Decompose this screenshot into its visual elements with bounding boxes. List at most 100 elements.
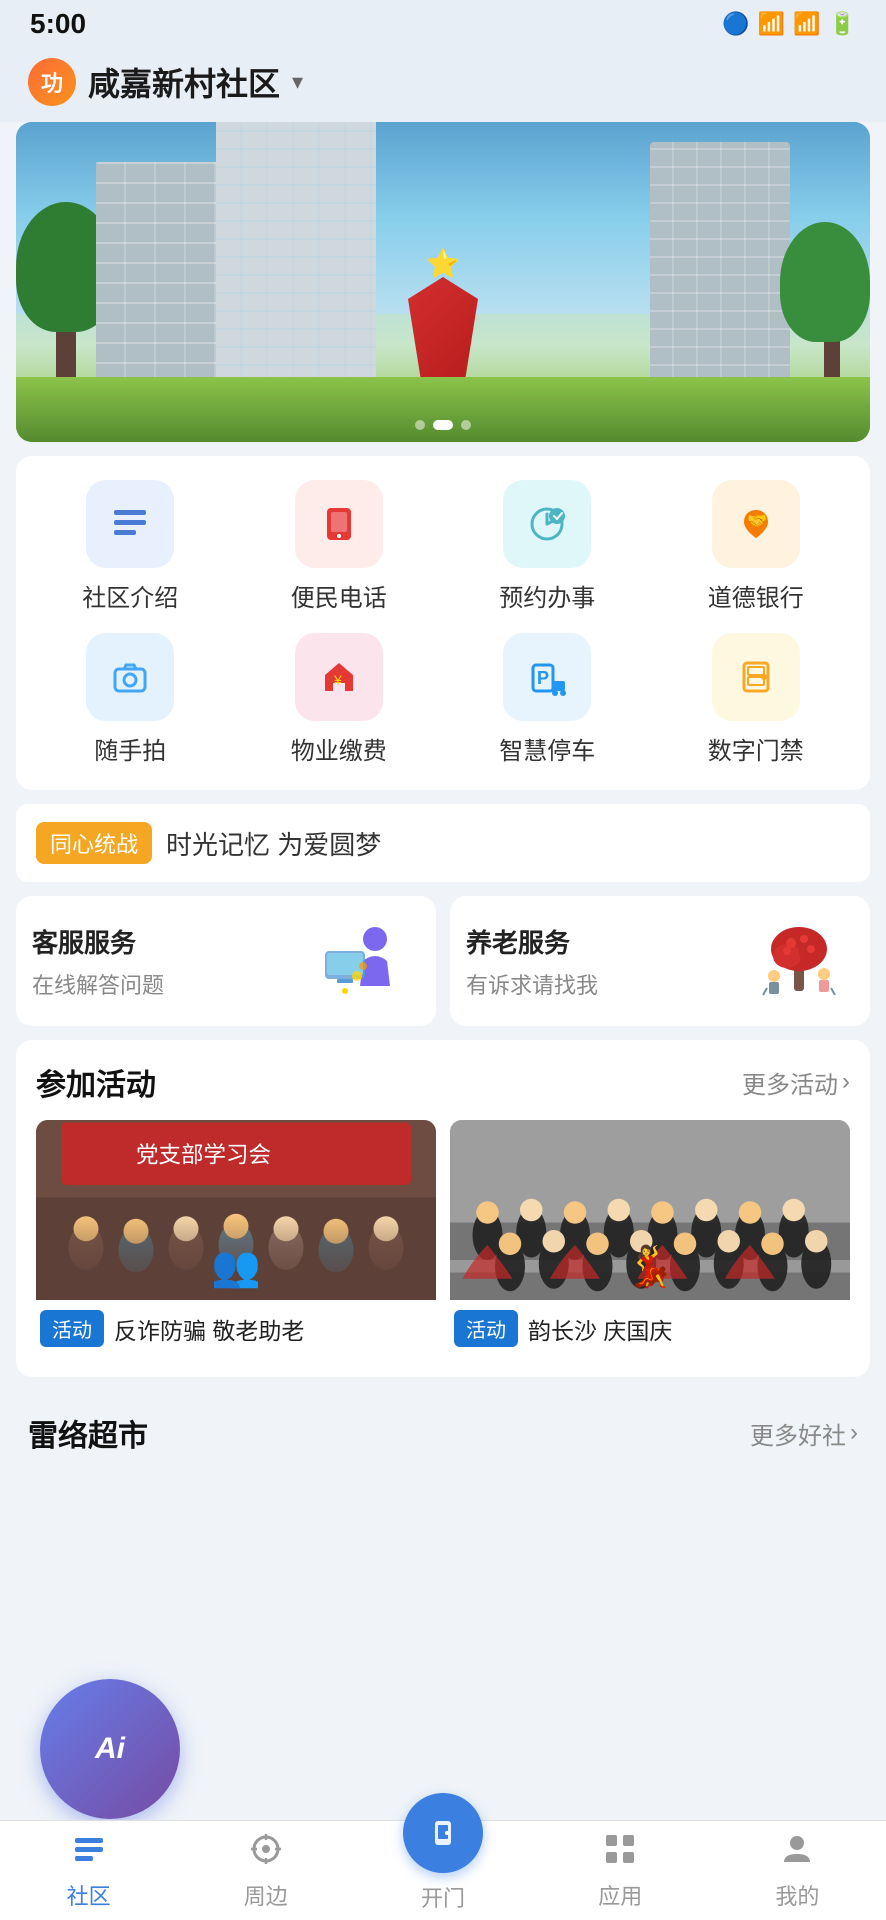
grid-item-photo[interactable]: 随手拍	[26, 633, 235, 766]
nav-item-apps[interactable]: 应用	[532, 1821, 709, 1920]
grid-item-appt[interactable]: 预约办事	[443, 480, 652, 613]
svg-text:P: P	[537, 668, 549, 688]
activity-name-1: 反诈防骗 敬老助老	[114, 1312, 304, 1346]
grid-item-parking[interactable]: P 智慧停车	[443, 633, 652, 766]
hero-banner[interactable]: ⭐	[16, 122, 870, 442]
banner-scene: ⭐	[16, 122, 870, 442]
activities-title: 参加活动	[36, 1060, 156, 1104]
shop-title: 雷络超市	[28, 1411, 148, 1455]
intro-label: 社区介绍	[82, 578, 178, 613]
svg-text:党支部学习会: 党支部学习会	[136, 1143, 271, 1168]
service-card-customer[interactable]: 客服服务 在线解答问题	[16, 896, 436, 1026]
tag-badge: 同心统战	[36, 822, 152, 864]
parking-icon: P	[503, 633, 591, 721]
banner-ground	[16, 377, 870, 442]
app-logo: 功	[28, 58, 76, 106]
door-icon	[712, 633, 800, 721]
apps-nav-label: 应用	[598, 1879, 642, 1911]
door-label: 数字门禁	[708, 731, 804, 766]
activity-info-2: 活动 韵长沙 庆国庆	[450, 1300, 850, 1357]
activity-card-1[interactable]: 党支部学习会	[36, 1120, 436, 1357]
photo-icon	[86, 633, 174, 721]
shop-more-icon: ›	[850, 1419, 858, 1447]
customer-subtitle: 在线解答问题	[32, 968, 164, 1000]
activity-info-1: 活动 反诈防骗 敬老助老	[36, 1300, 436, 1357]
activities-header: 参加活动 更多活动 ›	[36, 1060, 850, 1104]
intro-icon	[86, 480, 174, 568]
activity-img-1: 党支部学习会	[36, 1120, 436, 1300]
banner-dot-3[interactable]	[461, 420, 471, 430]
wifi-icon: 📶	[793, 11, 820, 37]
status-bar: 5:00 🔵 📶 📶 🔋	[0, 0, 886, 48]
customer-image	[310, 916, 420, 1006]
service-card-elderly[interactable]: 养老服务 有诉求请找我	[450, 896, 870, 1026]
bluetooth-icon: 🔵	[722, 11, 749, 37]
shop-more-btn[interactable]: 更多好社 ›	[750, 1416, 858, 1451]
banner-dot-1[interactable]	[415, 420, 425, 430]
tag-section: 同心统战 时光记忆 为爱圆梦	[16, 804, 870, 882]
nav-item-community[interactable]: 社区	[0, 1821, 177, 1920]
appt-icon	[503, 480, 591, 568]
grid-item-phone[interactable]: 便民电话	[235, 480, 444, 613]
bank-icon: 🤝	[712, 480, 800, 568]
activity-tag-1: 活动	[40, 1310, 104, 1347]
banner-monument: ⭐	[403, 257, 483, 387]
banner-building1	[96, 162, 226, 382]
banner-building2	[216, 122, 376, 382]
grid-item-intro[interactable]: 社区介绍	[26, 480, 235, 613]
svg-text:🤝: 🤝	[747, 513, 767, 530]
battery-icon: 🔋	[829, 11, 856, 37]
nav-item-opendoor[interactable]: 开门	[354, 1821, 531, 1920]
property-label: 物业缴费	[291, 731, 387, 766]
bank-label: 道德银行	[708, 578, 804, 613]
grid-item-property[interactable]: ¥ 物业缴费	[235, 633, 444, 766]
activity-tag-2: 活动	[454, 1310, 518, 1347]
mine-icon	[778, 1830, 816, 1873]
customer-title: 客服服务	[32, 923, 164, 960]
activity-img-2	[450, 1120, 850, 1300]
tag-text: 时光记忆 为爱圆梦	[166, 825, 381, 862]
banner-tree-right	[770, 202, 870, 382]
grid-menu: 社区介绍 便民电话 预约办事 🤝 道德银行 随手拍 ¥ 物业缴费 P 智慧	[16, 456, 870, 790]
banner-dot-2[interactable]	[433, 420, 453, 430]
community-name: 咸嘉新村社区	[88, 59, 280, 105]
banner-dots	[415, 420, 471, 430]
property-icon: ¥	[295, 633, 383, 721]
ai-button[interactable]: Ai	[40, 1679, 180, 1819]
activities-section: 参加活动 更多活动 › 党支部学习会	[16, 1040, 870, 1377]
phone-icon	[295, 480, 383, 568]
activities-more-label: 更多活动	[742, 1065, 838, 1100]
monument-star: ⭐	[426, 247, 461, 280]
nearby-icon	[247, 1830, 285, 1873]
phone-label: 便民电话	[291, 578, 387, 613]
activities-more-btn[interactable]: 更多活动 ›	[742, 1065, 850, 1100]
appt-label: 预约办事	[499, 578, 595, 613]
ai-section: Ai	[0, 1678, 220, 1820]
grid-item-door[interactable]: 数字门禁	[652, 633, 861, 766]
customer-service-text: 客服服务 在线解答问题	[32, 923, 164, 1000]
banner-building3	[650, 142, 790, 382]
opendoor-nav-label: 开门	[421, 1881, 465, 1913]
nearby-nav-label: 周边	[244, 1879, 288, 1911]
chevron-down-icon[interactable]: ▾	[292, 69, 303, 95]
grid-item-bank[interactable]: 🤝 道德银行	[652, 480, 861, 613]
bottom-nav: 社区 周边 开门	[0, 1820, 886, 1920]
status-time: 5:00	[30, 8, 86, 40]
activity-grid: 党支部学习会	[36, 1120, 850, 1357]
monument-body	[408, 277, 478, 387]
activities-more-icon: ›	[842, 1068, 850, 1096]
signal-icon: 📶	[758, 11, 785, 37]
activity-card-2[interactable]: 活动 韵长沙 庆国庆	[450, 1120, 850, 1357]
app-header: 功 咸嘉新村社区 ▾	[0, 48, 886, 122]
shop-section-header: 雷络超市 更多好社 ›	[0, 1391, 886, 1469]
elderly-subtitle: 有诉求请找我	[466, 968, 598, 1000]
opendoor-btn[interactable]	[403, 1793, 483, 1873]
mine-nav-label: 我的	[775, 1879, 819, 1911]
shop-more-label: 更多好社	[750, 1416, 846, 1451]
nav-item-nearby[interactable]: 周边	[177, 1821, 354, 1920]
community-nav-label: 社区	[67, 1879, 111, 1911]
parking-label: 智慧停车	[499, 731, 595, 766]
elderly-service-text: 养老服务 有诉求请找我	[466, 923, 598, 1000]
svg-text:¥: ¥	[333, 672, 342, 688]
nav-item-mine[interactable]: 我的	[709, 1821, 886, 1920]
